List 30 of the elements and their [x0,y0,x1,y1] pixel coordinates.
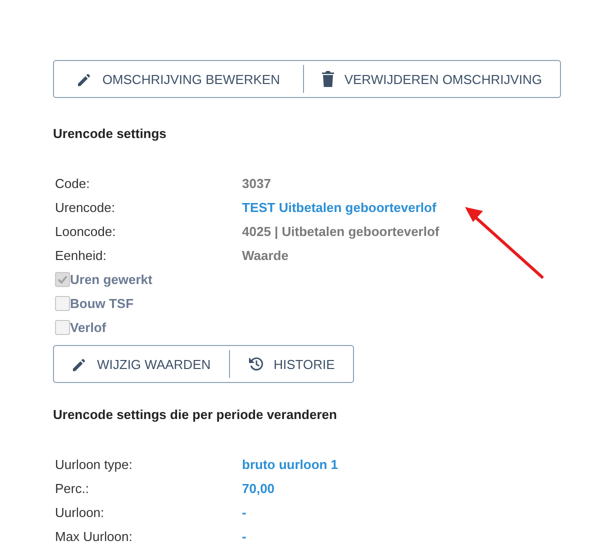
arrow-annotation-icon [462,205,546,281]
field-label: Uurloon: [55,504,106,520]
trash-icon [322,71,334,87]
field-link[interactable]: bruto uurloon 1 [242,456,338,472]
field-label: Max Uurloon: [55,528,134,544]
pencil-icon [77,72,92,86]
action-button[interactable]: HISTORIE [230,346,353,382]
section-title: Urencode settings [53,126,168,141]
action-button[interactable]: WIJZIG WAARDEN [54,346,229,382]
checkbox-label: Uren gewerkt [70,272,152,286]
field-value: 4025 | Uitbetalen geboorteverlof [242,224,440,238]
field-link[interactable]: - [242,528,246,544]
field-link[interactable]: TEST Uitbetalen geboorteverlof [242,200,436,214]
history-icon [248,356,264,372]
field-value: Waarde [242,248,288,262]
field-label: Uurloon type: [55,456,134,472]
checkbox-label: Verlof [70,320,106,334]
field-link[interactable]: - [242,504,246,520]
field-label: Urencode: [55,200,116,214]
checkbox-label: Bouw TSF [70,296,134,310]
action-button[interactable]: VERWIJDEREN OMSCHRIJVING [304,61,560,97]
action-button[interactable]: OMSCHRIJVING BEWERKEN [54,61,304,97]
field-label: Perc.: [55,480,90,496]
field-label: Looncode: [55,224,117,238]
field-value: 3037 [242,176,271,190]
field-label: Eenheid: [55,248,108,262]
section-title: Urencode settings die per periode veranderen [53,407,338,422]
field-link[interactable]: 70,00 [242,480,275,496]
field-label: Code: [55,176,91,190]
pencil-icon [72,356,87,372]
